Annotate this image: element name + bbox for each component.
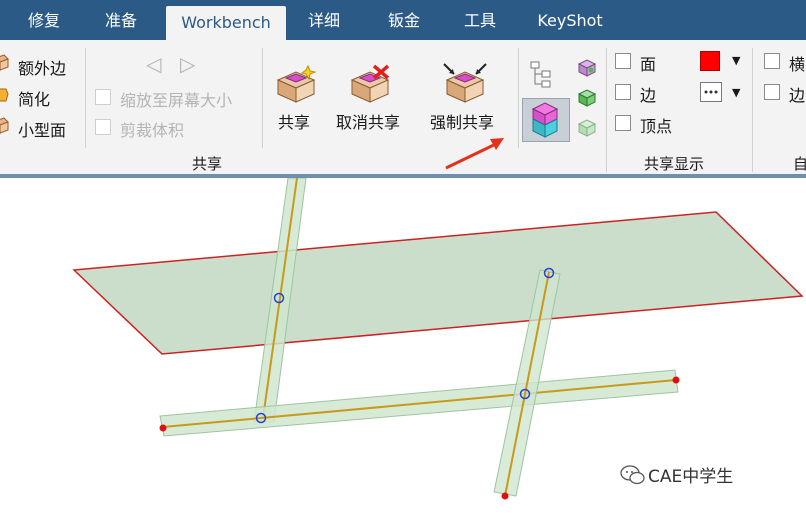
group-divider: [752, 48, 753, 172]
edge-option-checkbox[interactable]: [764, 84, 780, 100]
unshare-button[interactable]: 取消共享: [336, 109, 400, 133]
3d-viewport[interactable]: [0, 177, 806, 510]
zoom-to-screen-checkbox[interactable]: [95, 89, 111, 105]
unshare-icon[interactable]: [348, 64, 392, 108]
horizontal-checkbox[interactable]: [764, 53, 780, 69]
simplify-icon[interactable]: [0, 86, 10, 108]
group-divider: [85, 48, 86, 148]
end-vertex-node: [501, 492, 509, 500]
tab-repair[interactable]: 修复: [14, 0, 74, 40]
crop-volume-checkbox[interactable]: [95, 119, 111, 135]
small-faces-icon[interactable]: [0, 117, 10, 139]
face-color-swatch[interactable]: [700, 51, 720, 71]
show-vertices-checkbox[interactable]: [615, 115, 631, 131]
extra-edges-button[interactable]: 额外边: [18, 55, 66, 79]
tree-structure-icon[interactable]: [528, 60, 558, 94]
edge-option-label: 边: [789, 86, 806, 105]
wechat-icon: [620, 465, 645, 485]
simplify-button[interactable]: 简化: [18, 86, 50, 110]
tab-prepare[interactable]: 准备: [90, 0, 152, 40]
horizontal-label: 横: [789, 55, 806, 74]
ribbon-tab-bar: 修复 准备 Workbench 详细 钣金 工具 KeyShot: [0, 0, 806, 40]
shared-plane-surface: [72, 211, 804, 355]
next-arrow-icon[interactable]: ▷: [180, 52, 195, 76]
share-icon[interactable]: [274, 64, 318, 108]
zoom-to-screen-label: 缩放至屏幕大小: [120, 91, 233, 110]
shared-topology-toggle-icon[interactable]: [522, 98, 570, 142]
extra-edges-icon[interactable]: [0, 54, 10, 76]
share-display-group-label: 共享显示: [644, 155, 705, 173]
show-faces-checkbox[interactable]: [615, 53, 631, 69]
ribbon-panel: 额外边 简化 小型面 ◁ ▷ 缩放至屏幕大小 剪裁体积 共享 取消共享 强制共享…: [0, 40, 806, 175]
group-divider: [606, 48, 607, 172]
share-light-cube-icon[interactable]: [576, 118, 598, 142]
model-canvas[interactable]: [0, 177, 806, 510]
end-vertex-node: [672, 376, 680, 384]
tab-workbench[interactable]: Workbench: [166, 6, 286, 40]
share-green-cube-icon[interactable]: [576, 88, 598, 112]
end-vertex-node: [159, 424, 167, 432]
watermark-text: CAE中学生: [648, 467, 734, 487]
group-divider: [262, 48, 263, 148]
tab-sheet-metal[interactable]: 钣金: [372, 0, 436, 40]
prev-arrow-icon[interactable]: ◁: [146, 52, 161, 76]
small-faces-button[interactable]: 小型面: [18, 117, 66, 141]
show-edges-checkbox[interactable]: [615, 84, 631, 100]
share-group-label: 共享: [192, 155, 223, 173]
force-share-icon[interactable]: [442, 62, 488, 108]
color-dropdown-arrow-icon[interactable]: ▼: [732, 54, 740, 67]
annotation-arrow-icon: [445, 138, 504, 170]
show-faces-label: 面: [640, 55, 657, 74]
edge-style-icon[interactable]: [700, 82, 722, 102]
tab-keyshot[interactable]: KeyShot: [528, 0, 612, 40]
style-dropdown-arrow-icon[interactable]: ▼: [732, 86, 740, 99]
beam-horizontal-centerline: [162, 379, 677, 428]
show-edges-label: 边: [640, 86, 657, 105]
right-group-label: 自: [793, 155, 806, 173]
tab-detail[interactable]: 详细: [292, 0, 356, 40]
share-cube-icon[interactable]: [576, 58, 598, 82]
crop-volume-label: 剪裁体积: [120, 121, 185, 140]
share-button[interactable]: 共享: [278, 109, 310, 133]
tab-tools[interactable]: 工具: [448, 0, 512, 40]
show-vertices-label: 顶点: [640, 117, 673, 136]
